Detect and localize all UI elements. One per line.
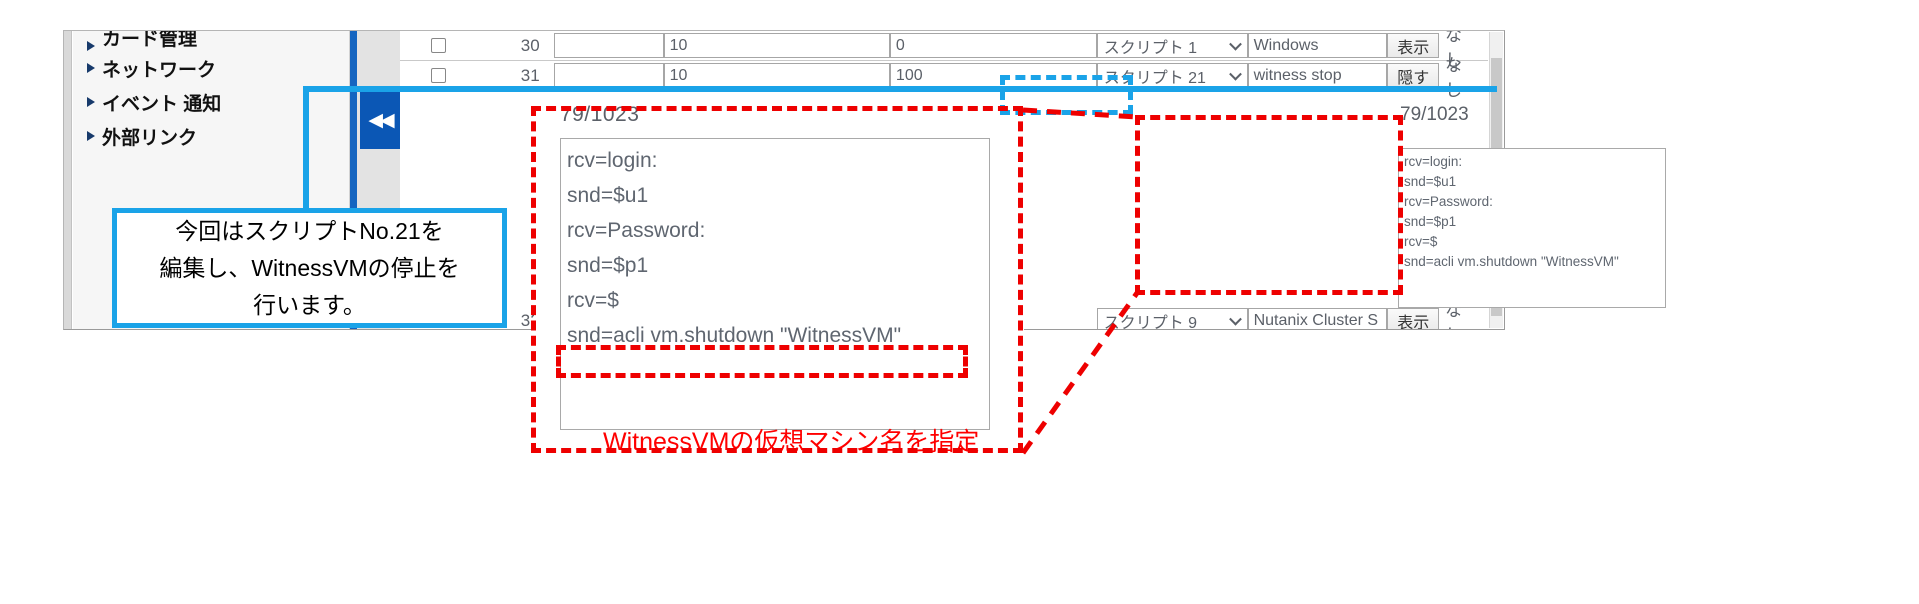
annotation-red-box-shutdown-line <box>556 345 968 378</box>
screenshot-stage: カード管理 ネットワーク イベント 通知 外部リンク ◀◀ 30 10 0 スク… <box>0 0 1919 604</box>
zoom-connector-top <box>1022 107 1138 120</box>
annotation-zoom-connector <box>1020 107 1140 455</box>
zoom-connector-bottom <box>1020 291 1140 455</box>
